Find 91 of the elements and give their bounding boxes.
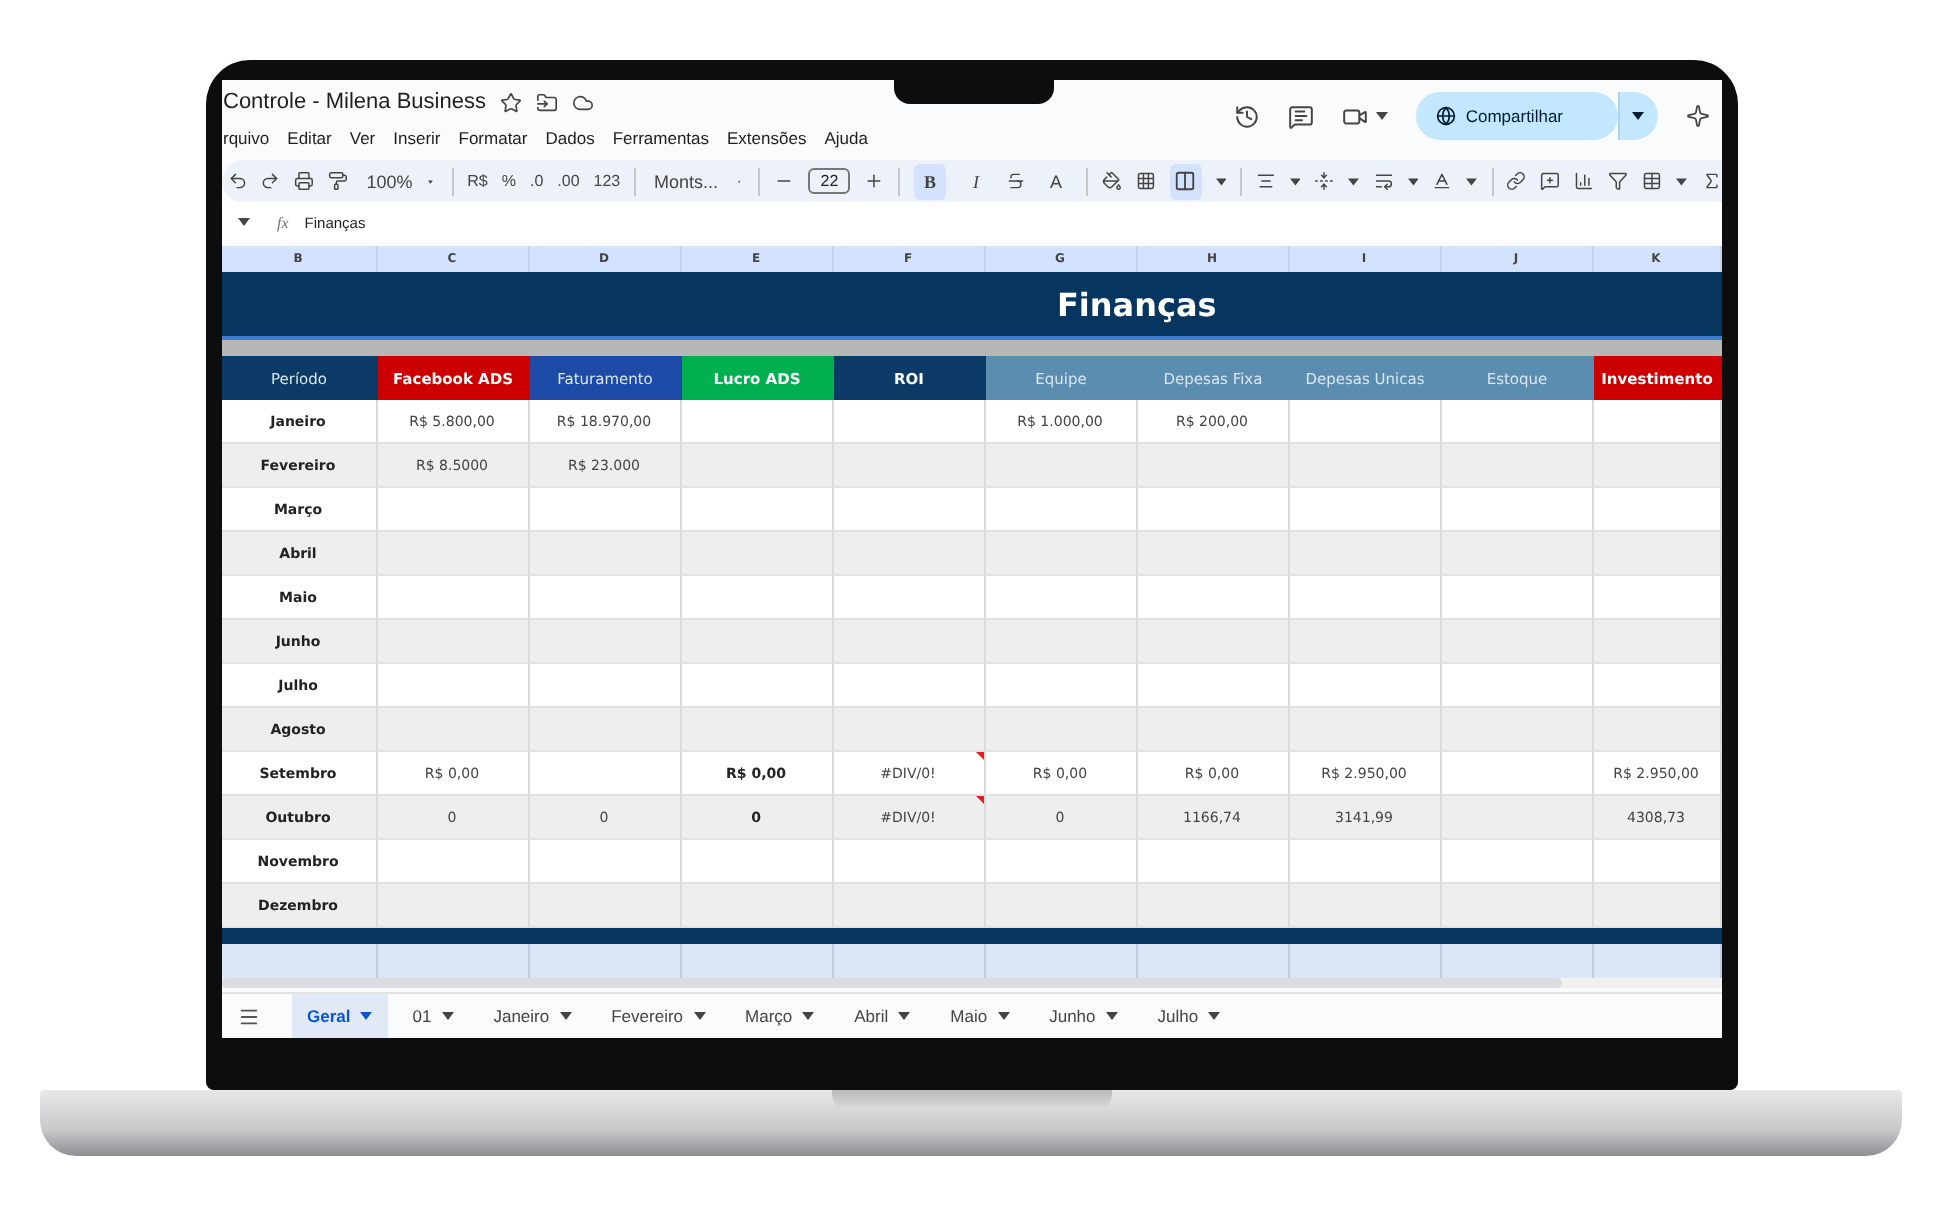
- table-cell: [1593, 620, 1721, 664]
- sheet-tab[interactable]: 01: [396, 994, 470, 1038]
- font-size-field[interactable]: 22: [808, 168, 851, 195]
- print-icon[interactable]: [294, 170, 315, 193]
- total-cell: [1593, 944, 1721, 978]
- sheet-tab[interactable]: Geral: [291, 994, 389, 1038]
- fill-color-icon[interactable]: [1101, 170, 1122, 193]
- align-icon[interactable]: [1256, 170, 1277, 193]
- chart-icon[interactable]: [1574, 170, 1595, 193]
- link-icon[interactable]: [1506, 170, 1527, 193]
- sum-icon[interactable]: [1701, 170, 1721, 193]
- menu-item[interactable]: Ajuda: [824, 128, 868, 148]
- comment-icon[interactable]: [1287, 103, 1314, 129]
- caret-icon: [1632, 112, 1644, 120]
- menu-item[interactable]: Ver: [349, 128, 376, 148]
- cloud-icon[interactable]: [571, 91, 594, 113]
- star-icon[interactable]: [499, 91, 522, 113]
- menu-item[interactable]: Inserir: [393, 128, 441, 148]
- text-rotate-icon[interactable]: [1432, 170, 1453, 193]
- table-icon[interactable]: [1642, 170, 1663, 193]
- wrap-icon[interactable]: [1373, 170, 1394, 193]
- table-cell: [1593, 664, 1721, 708]
- sheet-tab[interactable]: Abril: [838, 994, 927, 1038]
- fx-label: fx: [277, 213, 289, 232]
- folder-icon[interactable]: [535, 91, 558, 113]
- borders-icon[interactable]: [1135, 170, 1156, 193]
- menu-item[interactable]: Formatar: [458, 128, 528, 148]
- caret-icon: [1407, 177, 1419, 186]
- caret-icon: [802, 1012, 815, 1020]
- caret-icon: [1375, 112, 1388, 120]
- caret-icon: [1348, 177, 1360, 186]
- share-menu-button[interactable]: [1617, 92, 1657, 140]
- table-cell: [1593, 840, 1721, 884]
- caret-icon: [1290, 177, 1301, 186]
- table-cell: [1593, 576, 1721, 620]
- menu-item[interactable]: Dados: [545, 128, 595, 148]
- caret-icon: [997, 1012, 1010, 1020]
- scrollbar[interactable]: [221, 978, 1561, 988]
- italic-button[interactable]: I: [960, 163, 993, 200]
- sheet-title: Finanças: [1057, 285, 1217, 323]
- table-cell: [1593, 444, 1721, 488]
- filter-icon[interactable]: [1608, 170, 1629, 193]
- caret-icon: [360, 1012, 373, 1020]
- sheet-tab[interactable]: Maio: [934, 994, 1026, 1038]
- caret-icon: [559, 1012, 572, 1020]
- table-cell: [1593, 708, 1721, 752]
- caret-icon: [1466, 177, 1478, 186]
- caret-icon: [1208, 1012, 1221, 1020]
- menu-item[interactable]: Ferramentas: [612, 128, 710, 148]
- caret-icon: [1105, 1012, 1118, 1020]
- table-cell: [1593, 400, 1721, 444]
- undo-icon[interactable]: [227, 170, 247, 193]
- table-cell: [1593, 884, 1721, 928]
- table-cell: [1593, 532, 1721, 576]
- sheet-tab[interactable]: Janeiro: [477, 994, 588, 1038]
- caret-icon: [898, 1012, 911, 1020]
- strikethrough-icon[interactable]: [1006, 170, 1026, 193]
- history-icon[interactable]: [1233, 103, 1260, 129]
- zoom-dropdown[interactable]: 100%: [362, 163, 438, 200]
- caret-icon: [1676, 177, 1688, 186]
- caret-icon: [1215, 177, 1227, 186]
- caret-icon: [237, 218, 249, 227]
- font-dropdown[interactable]: Monts...: [650, 163, 745, 200]
- menu-item[interactable]: Extensões: [727, 128, 807, 148]
- text-color-button[interactable]: A: [1039, 163, 1072, 200]
- merge-icon: [1174, 170, 1197, 193]
- bold-button[interactable]: B: [914, 163, 947, 200]
- caret-icon: [693, 1012, 706, 1020]
- merge-button[interactable]: [1169, 163, 1202, 200]
- sheet-tab[interactable]: Fevereiro: [595, 994, 722, 1038]
- sheet-tab[interactable]: Junho: [1033, 994, 1134, 1038]
- sheet-tab[interactable]: Julho: [1141, 994, 1237, 1038]
- globe-icon: [1435, 106, 1456, 126]
- redo-icon[interactable]: [260, 170, 281, 193]
- menu-item[interactable]: Editar: [287, 128, 332, 148]
- currency-format[interactable]: R$: [467, 172, 488, 191]
- caret-icon: [441, 1012, 454, 1020]
- percent-format[interactable]: %: [501, 172, 516, 191]
- menu-icon[interactable]: [237, 1005, 259, 1027]
- add-comment-icon[interactable]: [1540, 170, 1561, 193]
- plus-icon[interactable]: [864, 170, 885, 193]
- table-cell: [1593, 488, 1721, 532]
- menu-item[interactable]: rquivo: [223, 128, 270, 148]
- sparkle-icon[interactable]: [1685, 104, 1709, 128]
- decrease-decimal[interactable]: .0: [529, 172, 544, 191]
- sheet-tab[interactable]: Março: [729, 994, 831, 1038]
- number-format[interactable]: 123: [593, 172, 621, 191]
- increase-decimal[interactable]: .00: [557, 172, 580, 191]
- share-button[interactable]: Compartilhar: [1415, 92, 1617, 140]
- document-title[interactable]: Controle - Milena Business: [223, 90, 486, 114]
- paint-format-icon[interactable]: [328, 170, 349, 193]
